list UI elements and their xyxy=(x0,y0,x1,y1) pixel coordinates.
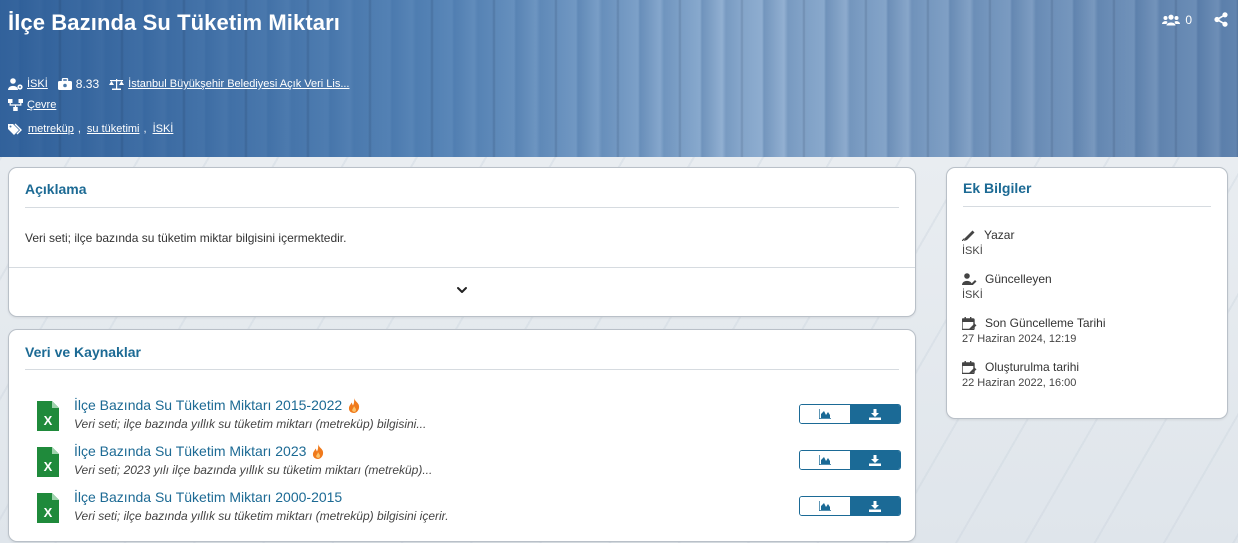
tag-link[interactable]: metreküp xyxy=(28,123,74,135)
divider xyxy=(963,206,1211,207)
dataset-header: İlçe Bazında Su Tüketim Miktarı 0 İSKİ 8… xyxy=(0,0,1238,157)
resource-link[interactable]: İlçe Bazında Su Tüketim Miktarı 2000-201… xyxy=(74,489,342,505)
calendar-edit-icon xyxy=(962,360,977,374)
excel-file-icon: X xyxy=(37,401,59,431)
share-icon[interactable] xyxy=(1214,12,1228,27)
download-button[interactable] xyxy=(850,405,900,423)
header-actions: 0 xyxy=(1162,12,1228,27)
score-value: 8.33 xyxy=(75,77,100,91)
svg-text:X: X xyxy=(44,459,53,474)
resources-card: Veri ve Kaynaklar X İlçe Bazında Su Tüke… xyxy=(8,329,916,542)
chart-area-icon xyxy=(819,501,831,511)
download-icon xyxy=(869,454,881,466)
resource-item: X İlçe Bazında Su Tüketim Miktarı 2023 V… xyxy=(33,443,901,483)
resource-buttons xyxy=(799,404,901,424)
info-value: İSKİ xyxy=(962,289,983,301)
briefcase-icon xyxy=(57,78,72,90)
info-item-author: Yazar İSKİ xyxy=(962,228,1014,257)
info-value: İSKİ xyxy=(962,245,983,257)
fire-icon xyxy=(349,397,360,413)
resource-description: Veri seti; ilçe bazında yıllık su tüketi… xyxy=(74,417,427,431)
pencil-icon xyxy=(962,230,975,241)
info-value: 27 Haziran 2024, 12:19 xyxy=(962,333,1077,345)
info-value: 22 Haziran 2022, 16:00 xyxy=(962,377,1077,389)
info-title: Ek Bilgiler xyxy=(963,180,1032,196)
group-link[interactable]: Çevre xyxy=(27,99,56,111)
download-icon xyxy=(869,408,881,420)
resource-item: X İlçe Bazında Su Tüketim Miktarı 2015-2… xyxy=(33,397,901,437)
tag-link[interactable]: İSKİ xyxy=(153,123,174,135)
followers-count: 0 xyxy=(1185,12,1192,27)
resource-name: İlçe Bazında Su Tüketim Miktarı 2023 xyxy=(74,443,307,459)
balance-scale-icon xyxy=(109,79,125,90)
followers-button[interactable]: 0 xyxy=(1162,13,1192,27)
sitemap-icon xyxy=(8,99,23,111)
resources-title: Veri ve Kaynaklar xyxy=(25,344,141,360)
info-label: Güncelleyen xyxy=(985,272,1052,286)
resource-buttons xyxy=(799,450,901,470)
svg-text:X: X xyxy=(44,505,53,520)
excel-file-icon: X xyxy=(37,447,59,477)
chart-area-icon xyxy=(819,409,831,419)
info-item-created: Oluşturulma tarihi 22 Haziran 2022, 16:0… xyxy=(962,360,1079,389)
info-item-last-updated: Son Güncelleme Tarihi 27 Haziran 2024, 1… xyxy=(962,316,1106,345)
resource-description: Veri seti; ilçe bazında yıllık su tüketi… xyxy=(74,509,449,523)
page-title: İlçe Bazında Su Tüketim Miktarı xyxy=(8,10,340,35)
meta-row-group: Çevre xyxy=(8,99,56,111)
excel-file-icon: X xyxy=(37,493,59,523)
divider xyxy=(9,267,915,268)
fire-icon xyxy=(313,443,324,459)
info-label: Oluşturulma tarihi xyxy=(985,360,1080,374)
divider xyxy=(25,369,899,370)
users-icon xyxy=(1162,14,1181,25)
resource-buttons xyxy=(799,496,901,516)
resource-link[interactable]: İlçe Bazında Su Tüketim Miktarı 2015-202… xyxy=(74,397,360,413)
license-link[interactable]: İstanbul Büyükşehir Belediyesi Açık Veri… xyxy=(128,78,349,90)
description-title: Açıklama xyxy=(25,181,87,197)
info-label: Yazar xyxy=(984,228,1015,242)
resource-link[interactable]: İlçe Bazında Su Tüketim Miktarı 2023 xyxy=(74,443,324,459)
preview-button[interactable] xyxy=(800,405,850,423)
resource-item: X İlçe Bazında Su Tüketim Miktarı 2000-2… xyxy=(33,489,901,529)
tags-row: metreküp, su tüketimi, İSKİ xyxy=(8,123,173,135)
additional-info-card: Ek Bilgiler Yazar İSKİ Güncelleyen İSKİ xyxy=(946,167,1228,419)
tags-icon xyxy=(8,123,22,135)
download-button[interactable] xyxy=(850,497,900,515)
resource-description: Veri seti; 2023 yılı ilçe bazında yıllık… xyxy=(74,463,433,477)
resource-name: İlçe Bazında Su Tüketim Miktarı 2015-202… xyxy=(74,397,343,413)
preview-button[interactable] xyxy=(800,451,850,469)
description-text: Veri seti; ilçe bazında su tüketim mikta… xyxy=(25,231,347,245)
info-label: Son Güncelleme Tarihi xyxy=(985,316,1106,330)
download-button[interactable] xyxy=(850,451,900,469)
meta-row: İSKİ 8.33 İstanbul Büyükşehir Belediyesi… xyxy=(8,77,350,91)
chevron-down-icon[interactable] xyxy=(455,283,469,297)
svg-text:X: X xyxy=(44,413,53,428)
user-edit-icon xyxy=(962,273,977,285)
download-icon xyxy=(869,500,881,512)
resource-name: İlçe Bazında Su Tüketim Miktarı 2000-201… xyxy=(74,489,343,505)
preview-button[interactable] xyxy=(800,497,850,515)
organization-link[interactable]: İSKİ xyxy=(27,78,48,90)
divider xyxy=(25,207,899,208)
user-gear-icon xyxy=(8,78,23,90)
tag-link[interactable]: su tüketimi xyxy=(87,123,140,135)
info-item-updater: Güncelleyen İSKİ xyxy=(962,272,1052,301)
description-card: Açıklama Veri seti; ilçe bazında su tüke… xyxy=(8,167,916,317)
chart-area-icon xyxy=(819,455,831,465)
calendar-edit-icon xyxy=(962,316,977,330)
